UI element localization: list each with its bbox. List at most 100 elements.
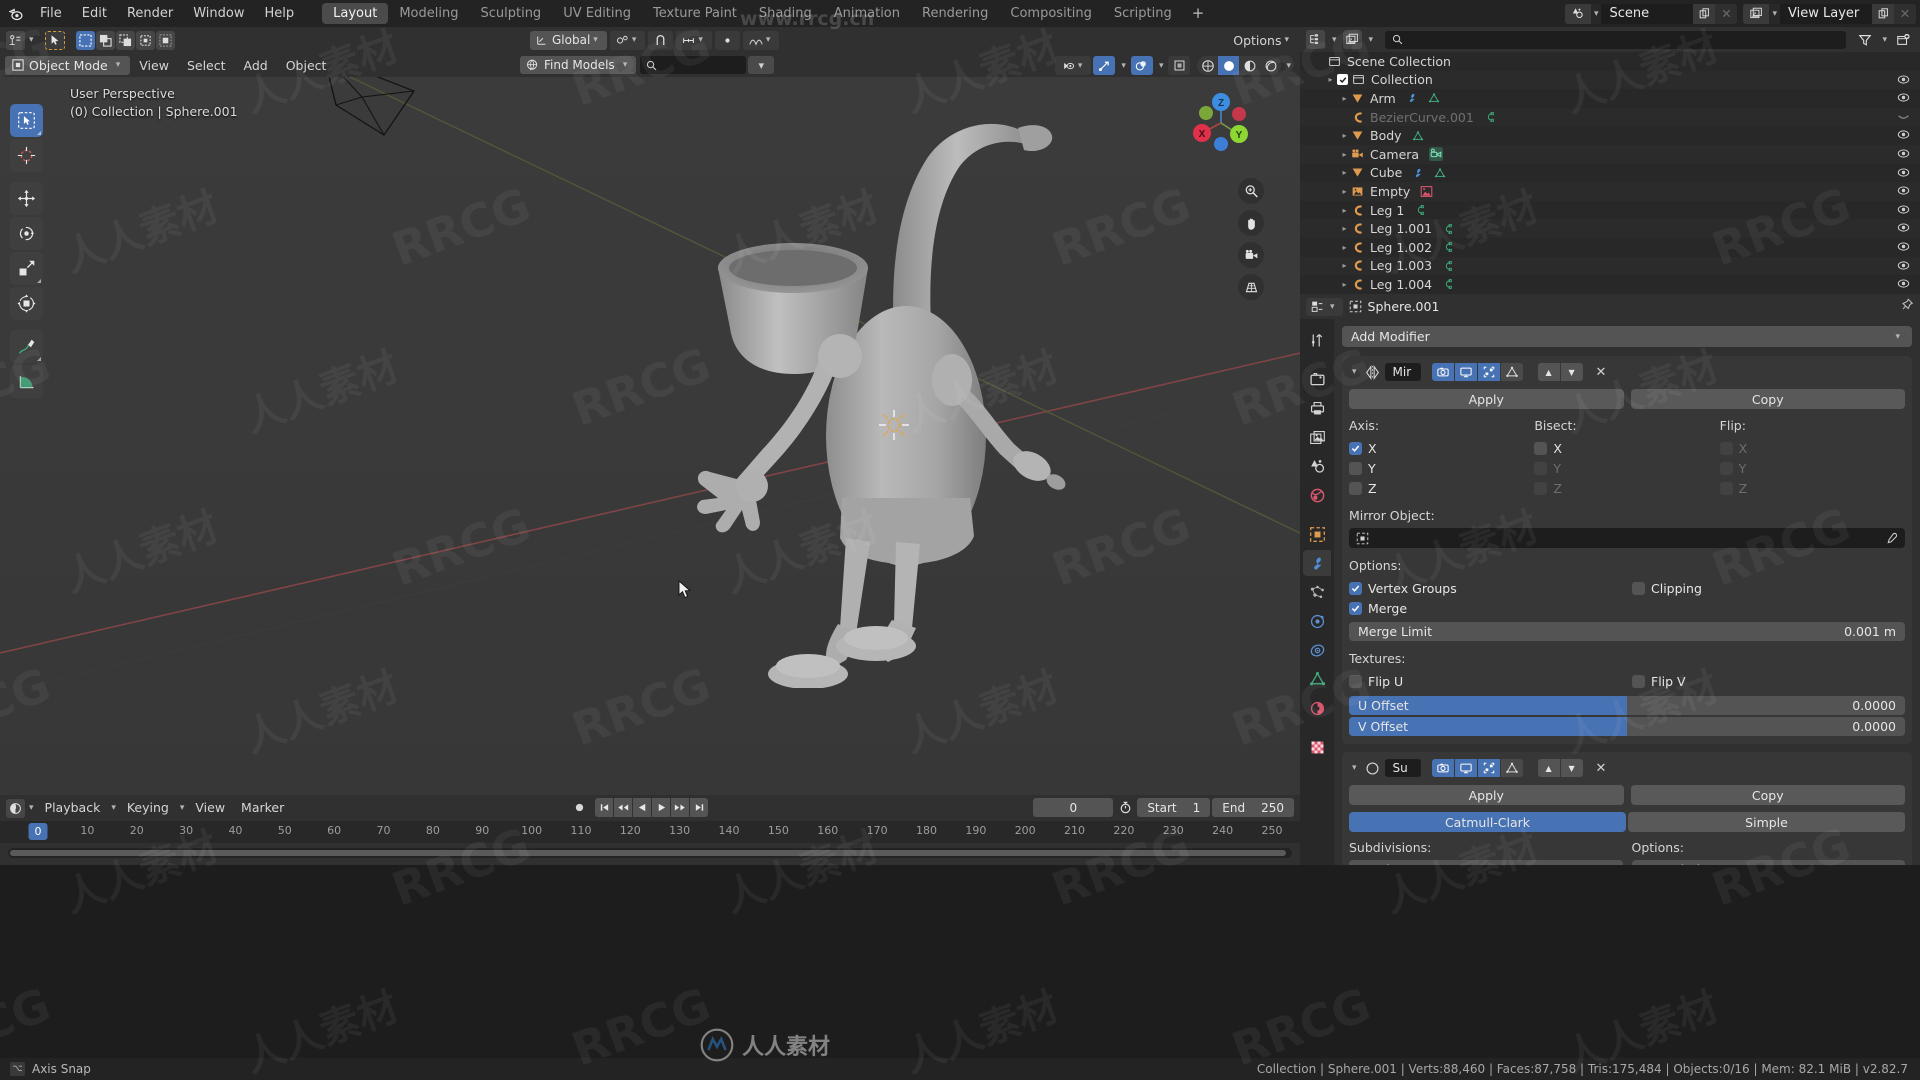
tab-tool-properties[interactable]	[1303, 327, 1331, 353]
options-chevron-icon[interactable]: ▾	[1281, 35, 1292, 45]
tool-tweak-select[interactable]	[10, 104, 43, 137]
filter-chevron-icon[interactable]: ▾	[1879, 35, 1890, 45]
subdivision-render-field[interactable]: Render 2	[1349, 860, 1623, 865]
outliner-disclosure-icon[interactable]: ▸	[1338, 150, 1351, 159]
tool-transform[interactable]	[10, 287, 43, 320]
prev-keyframe-button[interactable]	[614, 798, 632, 817]
uv-smooth-chevron-icon[interactable]: ▾	[1885, 865, 1896, 866]
frame-end-field[interactable]: End 250	[1212, 798, 1294, 817]
curve-data-icon[interactable]	[1442, 241, 1454, 253]
transform-orientation-select[interactable]: Global ▾	[530, 30, 607, 50]
add-modifier-chevron-icon[interactable]: ▾	[1892, 332, 1903, 342]
menu-help[interactable]: Help	[255, 0, 305, 27]
use-preview-range-icon[interactable]	[1115, 798, 1135, 817]
tab-sculpting[interactable]: Sculpting	[469, 3, 552, 24]
find-models-select[interactable]: Find Models ▾	[520, 56, 637, 74]
outliner-row-leg-1[interactable]: ▸ Leg 1	[1300, 201, 1920, 220]
curve-data-icon[interactable]	[1484, 111, 1496, 123]
v-offset-field[interactable]: V Offset 0.0000	[1349, 717, 1905, 736]
mirror-axis-x-row[interactable]: X	[1349, 438, 1534, 458]
outliner-row-cube[interactable]: ▸ Cube	[1300, 164, 1920, 183]
falloff-chevron-icon[interactable]: ▾	[763, 35, 774, 45]
mirror-object-field[interactable]	[1349, 528, 1905, 548]
outliner-row-leg-1-001[interactable]: ▸ Leg 1.001	[1300, 219, 1920, 238]
tab-layout[interactable]: Layout	[322, 3, 389, 24]
mirror-move-down-button[interactable]: ▼	[1560, 363, 1583, 381]
uv-smooth-select[interactable]: Smooth, keep co.. ▾	[1631, 860, 1905, 866]
curve-data-icon[interactable]	[1442, 260, 1454, 272]
outliner-row-leg-1-003[interactable]: ▸ Leg 1.003	[1300, 256, 1920, 276]
scene-name[interactable]: Scene	[1601, 3, 1694, 24]
play-reverse-button[interactable]	[633, 798, 651, 817]
pin-id-icon[interactable]	[1900, 298, 1914, 315]
subdivision-render-toggle[interactable]	[1431, 759, 1454, 777]
object-visibility-select[interactable]: ▾	[1054, 56, 1092, 75]
outliner-disclosure-icon[interactable]: ▸	[1338, 280, 1351, 289]
tab-modeling[interactable]: Modeling	[388, 3, 469, 24]
mirror-edit-mode-toggle[interactable]	[1477, 363, 1500, 381]
tab-uv-editing[interactable]: UV Editing	[552, 3, 642, 24]
tool-rotate[interactable]	[10, 217, 43, 250]
mirror-axis-z-checkbox[interactable]	[1349, 481, 1362, 495]
merge-checkbox[interactable]	[1349, 601, 1362, 615]
pan-hand-icon[interactable]	[1238, 210, 1264, 236]
subdivision-simple-button[interactable]: Simple	[1628, 812, 1905, 832]
tab-compositing[interactable]: Compositing	[999, 3, 1103, 24]
outliner-visibility-toggle[interactable]	[1897, 128, 1910, 143]
timeline-editor-chevron-icon[interactable]: ▾	[26, 803, 37, 813]
timeline-menu-keying[interactable]: Keying	[119, 798, 177, 818]
snap-magnet-toggle[interactable]	[648, 30, 674, 50]
timeline-scrollbar[interactable]	[8, 848, 1292, 858]
xray-toggle[interactable]	[1168, 56, 1191, 75]
outliner-row-body[interactable]: ▸ Body	[1300, 126, 1920, 145]
select-invert-icon[interactable]	[135, 30, 155, 50]
select-extend-icon[interactable]	[95, 30, 115, 50]
vertex-groups-checkbox[interactable]	[1349, 581, 1362, 595]
scene-datablock[interactable]: ▾ Scene ✕	[1564, 3, 1738, 24]
clipping-checkbox[interactable]	[1632, 581, 1645, 595]
outliner-row-scene-collection[interactable]: Scene Collection	[1300, 52, 1920, 71]
outliner-row-camera[interactable]: ▸ Camera	[1300, 144, 1920, 164]
outliner-disclosure-icon[interactable]: ▸	[1338, 243, 1351, 252]
tab-particle-properties[interactable]	[1303, 579, 1331, 605]
tab-texture-properties[interactable]	[1303, 734, 1331, 760]
menu-edit[interactable]: Edit	[72, 0, 117, 27]
menu-window[interactable]: Window	[183, 0, 254, 27]
outliner-disclosure-icon[interactable]: ▸	[1338, 206, 1351, 215]
add-workspace-button[interactable]: +	[1183, 3, 1214, 24]
vertex-groups-row[interactable]: Vertex Groups	[1349, 578, 1622, 598]
add-modifier-button[interactable]: Add Modifier ▾	[1342, 326, 1912, 347]
merge-limit-field[interactable]: Merge Limit 0.001 m	[1349, 622, 1905, 641]
tab-modifier-properties[interactable]	[1303, 550, 1331, 576]
select-set-icon[interactable]	[75, 30, 95, 50]
tab-animation[interactable]: Animation	[823, 3, 911, 24]
mirror-on-cage-toggle[interactable]	[1500, 363, 1523, 381]
editor-type-selector[interactable]: ▾	[6, 30, 37, 50]
remove-view-layer-button[interactable]: ✕	[1894, 3, 1916, 24]
outliner-tree[interactable]: Scene Collection ▸ Collection ▸ Arm BezierCur…	[1300, 52, 1920, 294]
curve-data-icon[interactable]	[1442, 278, 1454, 290]
tool-cursor[interactable]	[10, 139, 43, 172]
timeline-menu-view[interactable]: View	[187, 798, 233, 818]
outliner-disclosure-icon[interactable]: ▸	[1338, 224, 1351, 233]
outliner-disclosure-icon[interactable]: ▸	[1338, 261, 1351, 270]
menu-render[interactable]: Render	[117, 0, 183, 27]
view-layer-name[interactable]: View Layer	[1780, 3, 1872, 24]
proportional-falloff-select[interactable]: ▾	[742, 30, 780, 50]
select-intersect-icon[interactable]	[155, 30, 175, 50]
new-view-layer-button[interactable]	[1872, 3, 1894, 24]
show-overlays-toggle[interactable]	[1130, 56, 1153, 75]
subdivision-move-down-button[interactable]: ▼	[1560, 759, 1583, 777]
outliner-row-leg-1-004[interactable]: ▸ Leg 1.004	[1300, 275, 1920, 294]
playback-chevron-icon[interactable]: ▾	[108, 803, 119, 813]
tab-world-properties[interactable]	[1303, 482, 1331, 508]
tab-view-layer-properties[interactable]	[1303, 424, 1331, 450]
viewport-3d[interactable]: Object Mode ▾ View Select Add Object Fin…	[0, 53, 1300, 795]
gizmo-chevron-icon[interactable]: ▾	[1118, 61, 1129, 71]
subdivision-modifier-name-field[interactable]: Su	[1384, 759, 1421, 777]
new-collection-icon[interactable]	[1893, 30, 1913, 49]
mirror-axis-y-row[interactable]: Y	[1349, 458, 1534, 478]
object-mode-chevron-icon[interactable]: ▾	[113, 60, 124, 70]
current-frame-field[interactable]: 0	[1033, 798, 1114, 817]
outliner-editor-type-icon[interactable]	[1306, 30, 1325, 49]
